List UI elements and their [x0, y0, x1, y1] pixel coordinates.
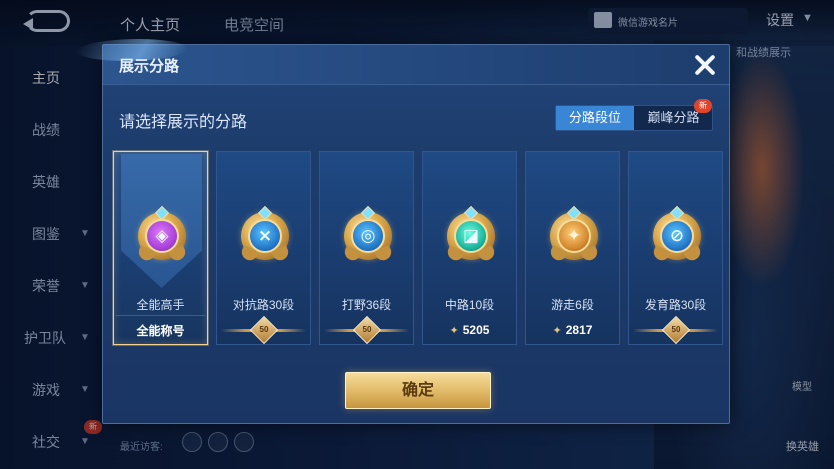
star-icon: ✦: [449, 325, 459, 337]
rank-badge: 50: [633, 315, 718, 345]
card-title: 游走6段: [551, 298, 594, 312]
lane-card-all-round[interactable]: ◈ 全能高手 全能称号: [113, 151, 208, 345]
card-title: 打野36段: [341, 298, 392, 312]
card-title: 对抗路30段: [232, 298, 295, 312]
peak-score: ✦ 5205: [423, 323, 516, 337]
new-badge: 新: [694, 99, 712, 113]
lane-card-jungle[interactable]: ◎ 打野36段 50: [319, 151, 414, 345]
score-value: 2817: [565, 323, 593, 337]
jungle-emblem-icon: ◎: [342, 205, 394, 266]
rank-badge-number: 50: [362, 325, 372, 334]
all-round-emblem-icon: ◈: [136, 205, 188, 266]
dialog-title: 展示分路: [119, 58, 180, 75]
confirm-button[interactable]: 确定: [345, 372, 491, 409]
mid-lane-emblem-icon: ◪: [445, 205, 497, 266]
lane-card-list: ◈ 全能高手 全能称号 ⨯ 对抗路30段 50 ◎ 打野36段 50 ◪ 中路1…: [113, 151, 723, 346]
clash-lane-emblem-icon: ⨯: [239, 205, 291, 266]
dialog-header: 展示分路: [70, 39, 729, 85]
rank-badge-number: 50: [259, 325, 269, 334]
lane-card-farm-lane[interactable]: ⊘ 发育路30段 50: [628, 151, 723, 345]
star-icon: ✦: [552, 325, 562, 337]
card-footer-text: 全能称号: [136, 324, 185, 338]
rank-badge: 50: [221, 315, 306, 345]
peak-score: ✦ 2817: [526, 323, 619, 337]
tab-lane-rank[interactable]: 分路段位: [556, 106, 634, 130]
rank-badge: 50: [324, 315, 409, 345]
dialog-prompt: 请选择展示的分路: [119, 114, 248, 131]
divider: [116, 315, 205, 316]
lane-card-mid-lane[interactable]: ◪ 中路10段 ✦ 5205: [422, 151, 517, 345]
lane-tabs: 分路段位 巅峰分路: [555, 105, 713, 131]
lane-card-clash-lane[interactable]: ⨯ 对抗路30段 50: [216, 151, 311, 345]
card-title: 中路10段: [444, 298, 495, 312]
farm-lane-emblem-icon: ⊘: [651, 205, 703, 266]
card-title: 全能高手: [136, 298, 185, 312]
rank-badge-number: 50: [671, 325, 681, 334]
close-icon[interactable]: [691, 51, 719, 79]
score-value: 5205: [462, 323, 490, 337]
lane-display-dialog: 展示分路 请选择展示的分路 分路段位 巅峰分路 新 ◈ 全能高手 全能称号 ⨯: [70, 39, 730, 424]
roam-emblem-icon: ✦: [548, 205, 600, 266]
card-title: 发育路30段: [644, 298, 707, 312]
lane-card-roam[interactable]: ✦ 游走6段 ✦ 2817: [525, 151, 620, 345]
